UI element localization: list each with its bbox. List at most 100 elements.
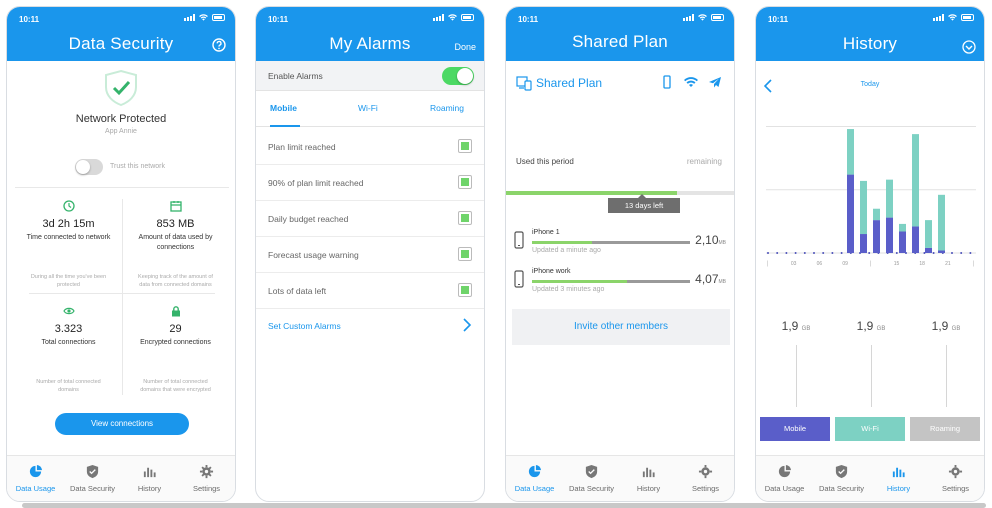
help-icon[interactable] — [212, 38, 226, 52]
x-tick-label: 03 — [791, 261, 797, 267]
legend-mobile[interactable]: Mobile — [760, 417, 830, 441]
device-name: iPhone 1 — [532, 229, 560, 236]
eye-icon — [62, 307, 75, 315]
alarm-row[interactable]: Lots of data left — [256, 273, 484, 309]
page-title: Shared Plan — [572, 32, 668, 51]
enable-alarms-label: Enable Alarms — [268, 71, 323, 81]
bar-segment — [912, 134, 919, 227]
stat-description: During all the time you've been protecte… — [30, 274, 107, 288]
stat-value: 853 MB — [156, 218, 195, 230]
bar-segment — [847, 174, 854, 253]
tab-data-security[interactable]: Data Security — [813, 456, 870, 501]
stat-label: Time connected to network — [26, 234, 111, 241]
tab-data-usage[interactable]: Data Usage — [506, 456, 563, 501]
bar-segment — [938, 194, 945, 251]
tab-settings[interactable]: Settings — [927, 456, 984, 501]
device-row[interactable]: iPhone work Updated 3 minutes ago 4,07MB — [514, 266, 728, 302]
gear-icon — [948, 464, 963, 479]
toggle-knob — [457, 68, 473, 84]
usage-total-mobile: 1,9 GB — [766, 319, 826, 333]
header: 10:11 History — [756, 7, 984, 61]
bar-segment — [899, 231, 906, 253]
battery-icon — [212, 14, 225, 21]
signal-icon — [184, 14, 195, 21]
tab-history[interactable]: History — [870, 456, 927, 501]
bar-chart-icon — [892, 467, 905, 478]
stat-label: Amount of data used by connections — [138, 234, 213, 251]
alarm-checkbox[interactable] — [458, 139, 472, 153]
baseline-dot — [785, 252, 788, 254]
bar-segment — [860, 180, 867, 235]
horizontal-scrollbar[interactable] — [22, 503, 986, 508]
tab-bar: Data Usage Data Security History Setting… — [756, 455, 984, 501]
tab-settings[interactable]: Settings — [178, 456, 235, 501]
tab-label: Data Security — [568, 484, 615, 493]
tab-history[interactable]: History — [620, 456, 677, 501]
legend-roaming[interactable]: Roaming — [910, 417, 980, 441]
tab-settings[interactable]: Settings — [677, 456, 734, 501]
total-unit: GB — [951, 326, 961, 332]
tab-data-usage[interactable]: Data Usage — [7, 456, 64, 501]
device-usage-value: 2,10MB — [695, 233, 726, 247]
invite-members-button[interactable]: Invite other members — [512, 309, 730, 345]
phone-icon[interactable] — [660, 75, 674, 89]
alarm-checkbox[interactable] — [458, 175, 472, 189]
status-time: 10:11 — [19, 15, 40, 24]
set-custom-alarms-link[interactable]: Set Custom Alarms — [268, 321, 341, 331]
network-status: Network Protected — [75, 113, 167, 125]
tab-label: History — [636, 484, 661, 493]
baseline-dot — [932, 252, 935, 254]
status-icons — [184, 14, 225, 21]
status-icons — [933, 14, 974, 21]
legend-wifi[interactable]: Wi-Fi — [835, 417, 905, 441]
tab-data-security[interactable]: Data Security — [563, 456, 620, 501]
device-row[interactable]: iPhone 1 Updated a minute ago 2,10MB — [514, 227, 728, 263]
alarm-row[interactable]: Forecast usage warning — [256, 237, 484, 273]
chevron-down-icon[interactable] — [962, 40, 976, 54]
phone-data-security: 10:11 Data Security Network Protected Ap… — [6, 6, 236, 502]
wifi-icon[interactable] — [684, 75, 698, 89]
gear-icon — [698, 464, 713, 479]
lock-icon — [171, 306, 180, 317]
segment-roaming[interactable]: Roaming — [430, 103, 464, 113]
chevron-right-icon[interactable] — [462, 318, 472, 332]
plan-name: Shared Plan — [536, 76, 603, 90]
x-tick-label: │ — [869, 260, 872, 267]
enable-alarms-toggle[interactable] — [442, 67, 474, 85]
alarm-row[interactable]: Daily budget reached — [256, 201, 484, 237]
baseline-dot — [951, 252, 953, 254]
bar-chart-icon — [642, 467, 655, 478]
alarm-row[interactable]: 90% of plan limit reached — [256, 165, 484, 201]
plan-type-icons — [660, 75, 722, 89]
tab-label: Data Usage — [15, 484, 56, 493]
stat-value: 3d 2h 15m — [42, 218, 95, 230]
total-value: 1,9 — [931, 319, 949, 333]
wifi-status-icon — [698, 14, 707, 21]
tab-label: Settings — [941, 484, 970, 493]
tab-data-security[interactable]: Data Security — [64, 456, 121, 501]
airplane-icon[interactable] — [708, 75, 722, 89]
tab-history[interactable]: History — [121, 456, 178, 501]
segment-mobile[interactable]: Mobile — [270, 103, 297, 113]
total-unit: GB — [876, 326, 886, 332]
divider — [29, 293, 215, 294]
baseline-dot — [822, 252, 825, 254]
view-connections-button[interactable]: View connections — [55, 413, 189, 435]
alarm-row[interactable]: Plan limit reached — [256, 129, 484, 165]
period-label: Today — [860, 81, 880, 88]
signal-icon — [433, 14, 444, 21]
segment-underline — [270, 125, 300, 127]
x-tick-label: │ — [972, 260, 975, 267]
done-button[interactable]: Done — [454, 42, 476, 52]
bar-segment — [886, 217, 893, 253]
alarm-checkbox[interactable] — [458, 247, 472, 261]
baseline-dot — [868, 252, 871, 254]
page-title: My Alarms — [329, 34, 411, 53]
trust-toggle[interactable] — [75, 159, 103, 175]
tab-data-usage[interactable]: Data Usage — [756, 456, 813, 501]
alarm-checkbox[interactable] — [458, 211, 472, 225]
device-unit: MB — [718, 279, 727, 285]
segment-wifi[interactable]: Wi-Fi — [358, 103, 378, 113]
devices-icon — [516, 76, 532, 91]
alarm-checkbox[interactable] — [458, 283, 472, 297]
